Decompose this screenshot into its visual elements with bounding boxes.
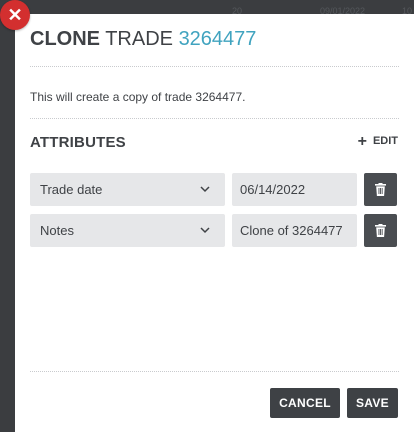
title-action: CLONE [30, 28, 100, 50]
attribute-value-input[interactable]: Clone of 3264477 [232, 214, 357, 247]
dialog-description: This will create a copy of trade 3264477… [30, 90, 246, 104]
divider [30, 66, 399, 67]
chevron-down-icon [200, 186, 210, 193]
plus-icon: + [357, 132, 367, 150]
attribute-row: Notes Clone of 3264477 [30, 214, 399, 247]
attribute-field-select[interactable]: Trade date [30, 173, 225, 206]
trash-icon [375, 183, 386, 196]
close-button[interactable]: ✕ [0, 0, 30, 30]
cancel-button[interactable]: CANCEL [270, 388, 340, 418]
close-icon: ✕ [7, 4, 23, 25]
save-button[interactable]: SAVE [347, 388, 398, 418]
clone-trade-dialog: CLONE TRADE 3264477 This will create a c… [15, 14, 414, 432]
title-trade-number: 3264477 [178, 28, 257, 50]
attribute-field-select[interactable]: Notes [30, 214, 225, 247]
attributes-heading: ATTRIBUTES [30, 134, 126, 151]
divider [30, 371, 399, 372]
attribute-field-label: Trade date [40, 182, 103, 197]
delete-attribute-button[interactable] [364, 173, 397, 206]
edit-attributes-button[interactable]: + EDIT [357, 132, 398, 150]
delete-attribute-button[interactable] [364, 214, 397, 247]
title-entity: TRADE [105, 28, 173, 50]
chevron-down-icon [200, 227, 210, 234]
dialog-title: CLONE TRADE 3264477 [30, 28, 256, 51]
attribute-field-label: Notes [40, 223, 74, 238]
trash-icon [375, 224, 386, 237]
attribute-value-input[interactable]: 06/14/2022 [232, 173, 357, 206]
divider [30, 118, 399, 119]
edit-label: EDIT [372, 135, 398, 147]
attribute-row: Trade date 06/14/2022 [30, 173, 399, 206]
